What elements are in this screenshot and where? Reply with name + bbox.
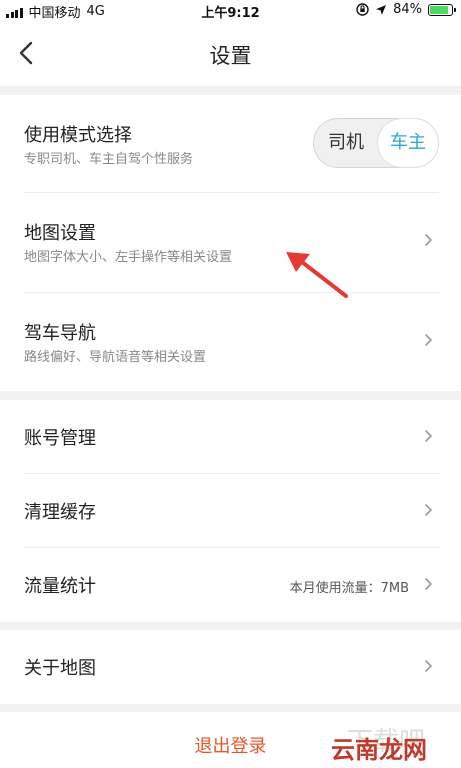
navigation-subtitle: 路线偏好、导航语音等相关设置 — [24, 350, 207, 365]
map-settings-subtitle: 地图字体大小、左手操作等相关设置 — [24, 250, 233, 265]
map-settings-title: 地图设置 — [24, 223, 96, 244]
settings-group-main: 使用模式选择 专职司机、车主自驾个性服务 司机 车主 地图设置 地图字体大小、左… — [0, 95, 461, 391]
page-title: 设置 — [209, 44, 252, 68]
mode-select-title: 使用模式选择 — [24, 125, 132, 146]
chevron-right-icon — [425, 234, 433, 246]
clear-cache-title: 清理缓存 — [24, 502, 96, 523]
mode-option-driver[interactable]: 司机 — [314, 119, 378, 167]
settings-group-about: 关于地图 — [0, 630, 461, 704]
mode-option-owner[interactable]: 车主 — [378, 119, 438, 167]
about-row[interactable]: 关于地图 — [0, 630, 461, 704]
mode-select-row: 使用模式选择 专职司机、车主自驾个性服务 司机 车主 — [0, 95, 461, 193]
chevron-right-icon — [425, 578, 433, 590]
traffic-stats-row[interactable]: 流量统计 本月使用流量：7MB — [0, 548, 461, 622]
mode-toggle[interactable]: 司机 车主 — [313, 118, 439, 168]
mode-select-subtitle: 专职司机、车主自驾个性服务 — [24, 152, 194, 167]
nav-bar: 设置 — [0, 20, 461, 86]
chevron-right-icon — [425, 660, 433, 672]
battery-icon — [428, 3, 456, 16]
chevron-right-icon — [425, 430, 433, 442]
location-arrow-icon — [376, 4, 387, 15]
clear-cache-row[interactable]: 清理缓存 — [0, 474, 461, 548]
status-right: 84% — [356, 2, 456, 17]
traffic-stats-value: 本月使用流量：7MB — [289, 581, 409, 596]
navigation-row[interactable]: 驾车导航 路线偏好、导航语音等相关设置 — [0, 293, 461, 391]
battery-percent: 84% — [393, 2, 422, 17]
watermark-text: 云南龙网 — [331, 736, 427, 764]
annotation-arrow-icon — [286, 252, 348, 298]
about-title: 关于地图 — [24, 658, 96, 679]
chevron-right-icon — [425, 334, 433, 346]
account-title: 账号管理 — [24, 428, 96, 449]
orientation-lock-icon — [356, 3, 369, 16]
settings-group-account: 账号管理 清理缓存 流量统计 本月使用流量：7MB — [0, 400, 461, 622]
account-row[interactable]: 账号管理 — [0, 400, 461, 474]
map-settings-row[interactable]: 地图设置 地图字体大小、左手操作等相关设置 — [0, 193, 461, 293]
status-bar: 中国移动 4G 上午9:12 84% — [0, 0, 461, 21]
traffic-stats-title: 流量统计 — [24, 576, 96, 597]
navigation-title: 驾车导航 — [24, 323, 96, 344]
chevron-right-icon — [425, 504, 433, 516]
